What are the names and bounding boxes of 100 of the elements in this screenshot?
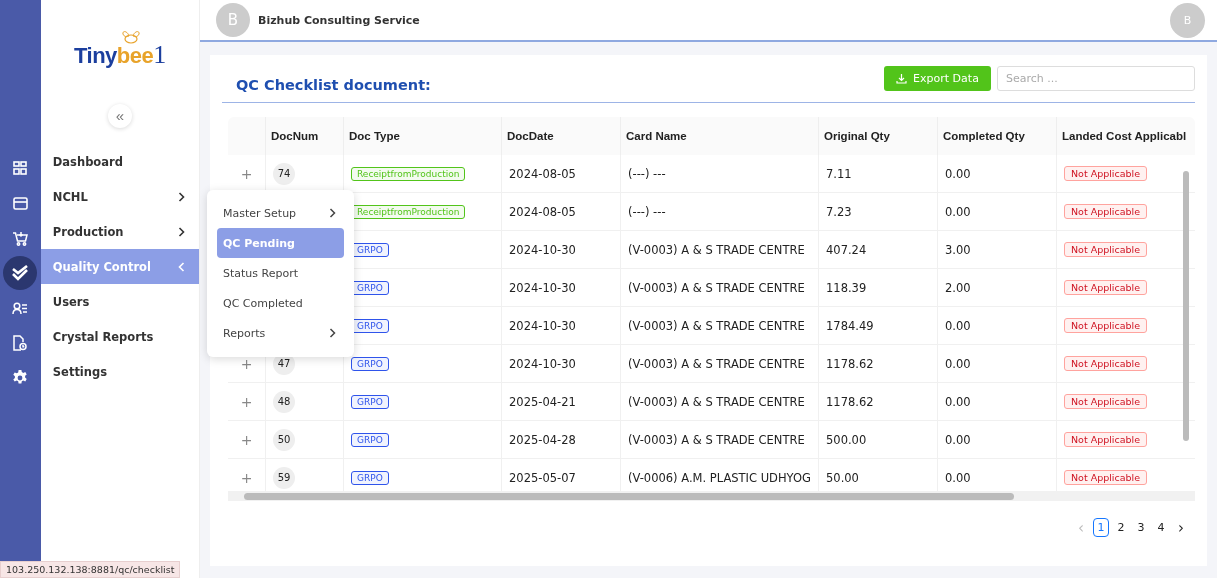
- table-cell: 1178.62: [826, 356, 874, 371]
- page-button[interactable]: 2: [1113, 518, 1129, 537]
- expand-button[interactable]: +: [239, 470, 254, 485]
- table-cell: 3.00: [945, 242, 971, 257]
- table-cell: 2.00: [945, 280, 971, 295]
- doc-number: 59: [273, 466, 295, 489]
- chevron-right-icon: [329, 208, 336, 218]
- table-cell: 0.00: [945, 318, 971, 333]
- submenu-item[interactable]: QC Completed: [217, 288, 344, 318]
- status-tag: Not Applicable: [1064, 242, 1148, 257]
- horizontal-scrollbar[interactable]: [228, 491, 1195, 501]
- doc-type-tag: GRPO: [351, 394, 389, 409]
- table-cell: 0.00: [945, 204, 971, 219]
- table-cell: 2025-04-28: [509, 432, 576, 447]
- menu-item[interactable]: Users: [40, 284, 199, 319]
- table-cell: 2024-10-30: [509, 356, 576, 371]
- menu-item[interactable]: NCHL: [40, 179, 199, 214]
- status-tag: Not Applicable: [1064, 280, 1148, 295]
- doc-type-tag: GRPO: [351, 356, 389, 371]
- table-cell: 0.00: [945, 432, 971, 447]
- submenu-item[interactable]: Reports: [217, 318, 344, 348]
- table-cell: 0.00: [945, 356, 971, 371]
- table-cell: (V-0003) A & S TRADE CENTRE: [628, 394, 805, 409]
- table-cell: 2025-04-21: [509, 394, 576, 409]
- table-cell: (V-0003) A & S TRADE CENTRE: [628, 318, 805, 333]
- double-check-icon: [11, 265, 30, 281]
- table-cell: 2024-10-30: [509, 318, 576, 333]
- doc-type-tag: ReceiptfromProduction: [351, 204, 466, 219]
- doc-type-tag: GRPO: [351, 470, 389, 485]
- rail-button[interactable]: [3, 256, 38, 290]
- chevron-left-icon: [178, 261, 185, 272]
- table-cell: 0.00: [945, 394, 971, 409]
- menu-item[interactable]: Crystal Reports: [40, 319, 199, 354]
- page-button[interactable]: 1: [1093, 518, 1109, 537]
- table-cell: 407.24: [826, 242, 867, 257]
- table-cell: 118.39: [826, 280, 867, 295]
- submenu-item[interactable]: Status Report: [217, 258, 344, 288]
- table-cell: 1784.49: [826, 318, 874, 333]
- table-cell: 2024-08-05: [509, 204, 576, 219]
- table-cell: 2024-10-30: [509, 242, 576, 257]
- table-cell: 2024-10-30: [509, 280, 576, 295]
- status-tag: Not Applicable: [1064, 318, 1148, 333]
- table-cell: 2025-05-07: [509, 470, 576, 485]
- table-cell: 7.11: [826, 166, 852, 181]
- column-header: DocNum: [265, 117, 343, 155]
- table-cell: (V-0003) A & S TRADE CENTRE: [628, 242, 805, 257]
- menu-item[interactable]: Settings: [40, 354, 199, 389]
- doc-number: 48: [273, 390, 295, 413]
- table-cell: (V-0003) A & S TRADE CENTRE: [628, 356, 805, 371]
- next-page-button[interactable]: ›: [1173, 518, 1189, 537]
- expand-button[interactable]: +: [239, 394, 254, 409]
- column-header: Doc Type: [343, 117, 501, 155]
- column-header: Card Name: [620, 117, 818, 155]
- page-title: QC Checklist document:: [236, 76, 431, 93]
- status-url: 103.250.132.138:8881/qc/checklist: [0, 561, 181, 578]
- page-button[interactable]: 4: [1153, 518, 1169, 537]
- status-tag: Not Applicable: [1064, 356, 1148, 371]
- menu-item[interactable]: Production: [40, 214, 199, 249]
- credit-card-icon: [12, 196, 28, 210]
- chevron-right-icon: [329, 328, 336, 338]
- doc-number: 74: [273, 162, 295, 185]
- download-icon: [896, 73, 908, 84]
- status-tag: Not Applicable: [1064, 394, 1148, 409]
- page-button[interactable]: 3: [1133, 518, 1149, 537]
- document-clock-icon: [13, 335, 28, 351]
- doc-type-tag: ReceiptfromProduction: [351, 166, 466, 181]
- status-tag: Not Applicable: [1064, 166, 1148, 181]
- status-tag: Not Applicable: [1064, 432, 1148, 447]
- doc-number: 50: [273, 428, 295, 451]
- doc-type-tag: GRPO: [351, 432, 389, 447]
- expand-button[interactable]: +: [239, 432, 254, 447]
- submenu-item[interactable]: Master Setup: [217, 198, 344, 228]
- collapse-button[interactable]: «: [107, 104, 132, 128]
- table-cell: 500.00: [826, 432, 867, 447]
- search-field[interactable]: Search ...: [997, 66, 1195, 91]
- chevron-right-icon: [178, 226, 185, 237]
- chevron-right-icon: [178, 191, 185, 202]
- expand-button[interactable]: +: [239, 166, 254, 181]
- table-cell: 1178.62: [826, 394, 874, 409]
- expand-button[interactable]: +: [239, 356, 254, 371]
- table-cell: 50.00: [826, 470, 859, 485]
- dashboard-grid-icon: [13, 161, 28, 175]
- table-cell: (---) ---: [628, 166, 666, 181]
- bee-icon: [120, 28, 142, 44]
- company-name: Bizhub Consulting Service: [258, 13, 420, 27]
- status-tag: Not Applicable: [1064, 204, 1148, 219]
- user-list-icon: [12, 301, 29, 315]
- column-header: Completed Qty: [937, 117, 1056, 155]
- logo: Tinybee1: [74, 34, 166, 70]
- column-header: DocDate: [501, 117, 620, 155]
- table-cell: (---) ---: [628, 204, 666, 219]
- table-cell: 2024-08-05: [509, 166, 576, 181]
- menu-item[interactable]: Dashboard: [40, 144, 199, 179]
- column-header: Landed Cost Applicabl: [1056, 117, 1195, 155]
- table-cell: 0.00: [945, 470, 971, 485]
- settings-icon: [12, 370, 29, 386]
- table-cell: (V-0003) A & S TRADE CENTRE: [628, 432, 805, 447]
- table-cell: 0.00: [945, 166, 971, 181]
- column-header: Original Qty: [818, 117, 937, 155]
- table-cell: (V-0006) A.M. PLASTIC UDHYOG: [628, 470, 811, 485]
